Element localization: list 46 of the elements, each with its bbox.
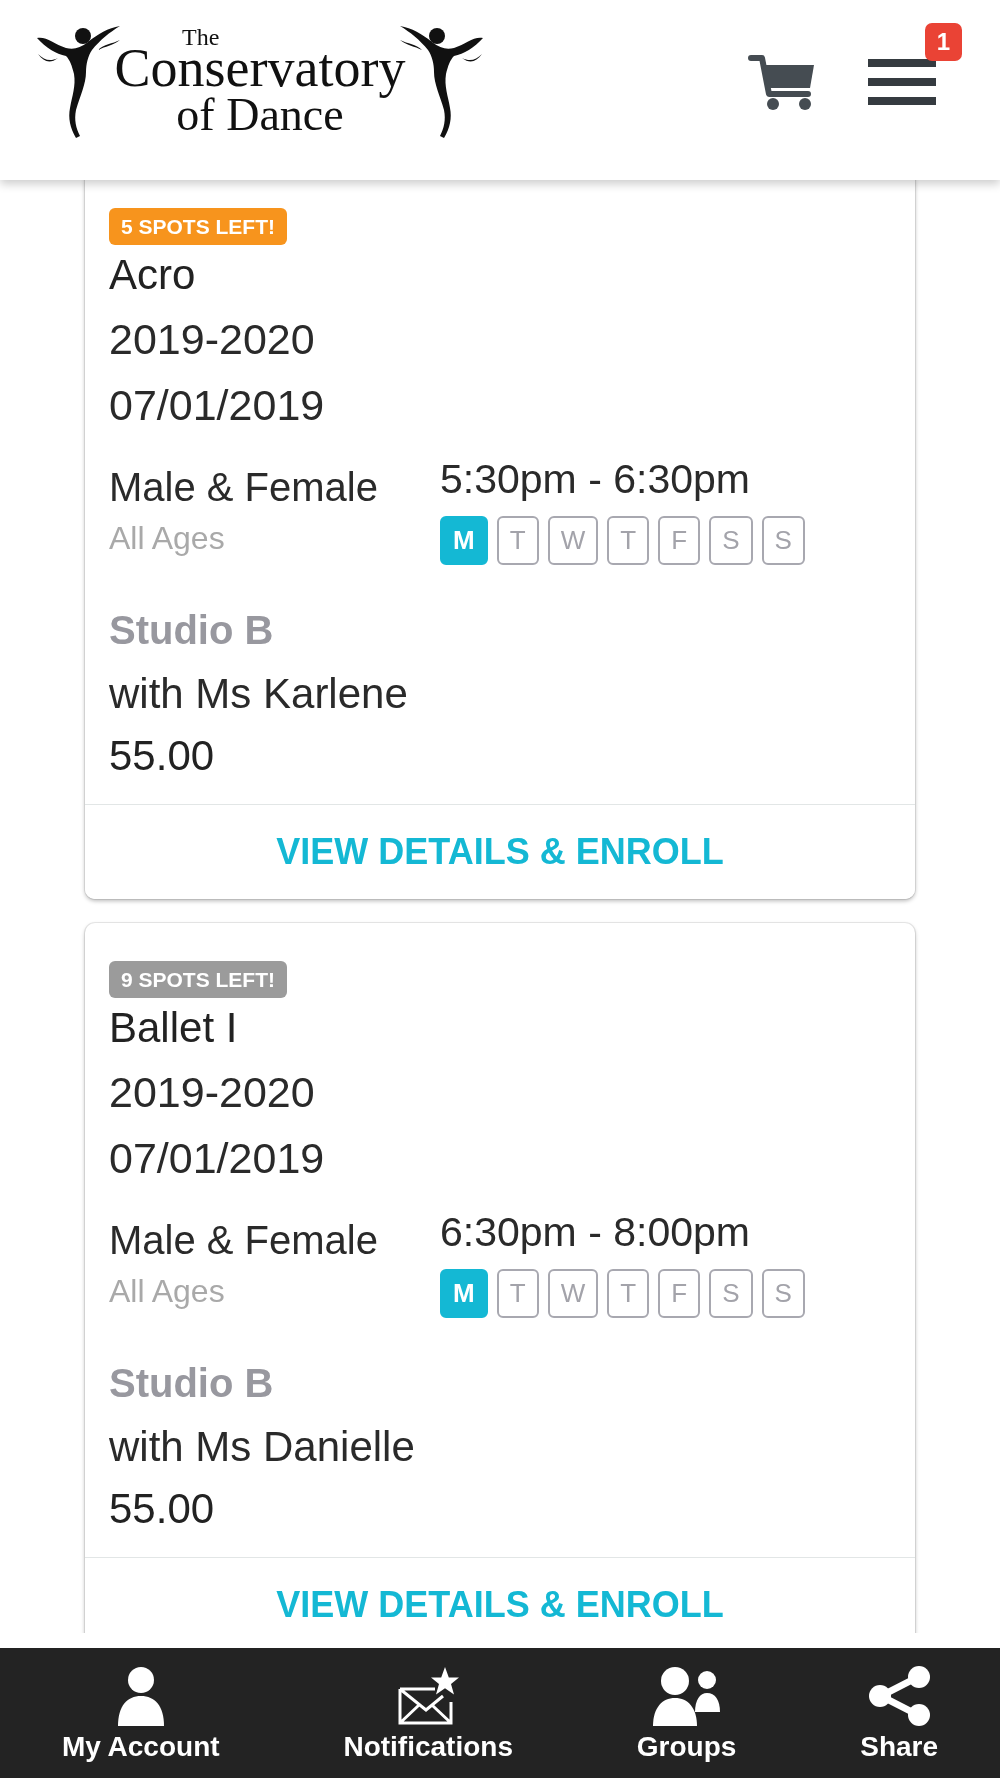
nav-item[interactable]: Notifications <box>343 1648 513 1763</box>
studio-name: Studio B <box>109 607 275 654</box>
studio-name: Studio B <box>109 1360 275 1407</box>
person-icon <box>115 1666 166 1726</box>
day-chip: M <box>440 516 488 565</box>
day-chip: S <box>761 1269 805 1318</box>
day-chip: T <box>496 516 539 565</box>
day-chip: F <box>658 1269 701 1318</box>
day-chip: T <box>496 1269 539 1318</box>
nav-item[interactable]: Groups <box>636 1648 737 1763</box>
day-chip: S <box>761 516 805 565</box>
menu-icon[interactable] <box>868 59 936 105</box>
day-chip: F <box>658 516 701 565</box>
day-chip: T <box>607 1269 650 1318</box>
nav-item[interactable]: Share <box>860 1648 939 1763</box>
day-chip: T <box>607 516 650 565</box>
gender-text: Male & Female <box>109 464 379 511</box>
envelope-star-icon <box>397 1666 460 1726</box>
day-chip: S <box>709 516 753 565</box>
age-range: All Ages <box>109 519 226 558</box>
gender-text: Male & Female <box>109 1217 379 1264</box>
start-date: 07/01/2019 <box>109 1133 326 1184</box>
share-icon <box>868 1666 930 1726</box>
notification-badge: 1 <box>925 23 962 61</box>
spots-badge: 5 SPOTS LEFT! <box>109 208 287 245</box>
age-range: All Ages <box>109 1272 226 1311</box>
class-title: Ballet I <box>109 1003 239 1053</box>
instructor-text: with Ms Karlene <box>109 669 409 719</box>
cart-icon[interactable] <box>748 54 815 110</box>
class-time: 6:30pm - 8:00pm <box>440 1209 751 1255</box>
day-chip: W <box>547 516 599 565</box>
day-chip: S <box>709 1269 753 1318</box>
day-chip: M <box>440 1269 488 1318</box>
class-title: Acro <box>109 250 197 300</box>
logo-text: of Dance <box>176 90 344 140</box>
season-text: 2019-2020 <box>109 314 316 365</box>
season-text: 2019-2020 <box>109 1067 316 1118</box>
start-date: 07/01/2019 <box>109 380 326 431</box>
spots-badge: 9 SPOTS LEFT! <box>109 961 287 998</box>
class-time: 5:30pm - 6:30pm <box>440 456 751 502</box>
people-icon <box>653 1666 721 1726</box>
day-chip: W <box>547 1269 599 1318</box>
nav-item[interactable]: My Account <box>61 1648 220 1763</box>
instructor-text: with Ms Danielle <box>109 1422 416 1472</box>
price-text: 55.00 <box>109 1484 216 1534</box>
price-text: 55.00 <box>109 731 216 781</box>
